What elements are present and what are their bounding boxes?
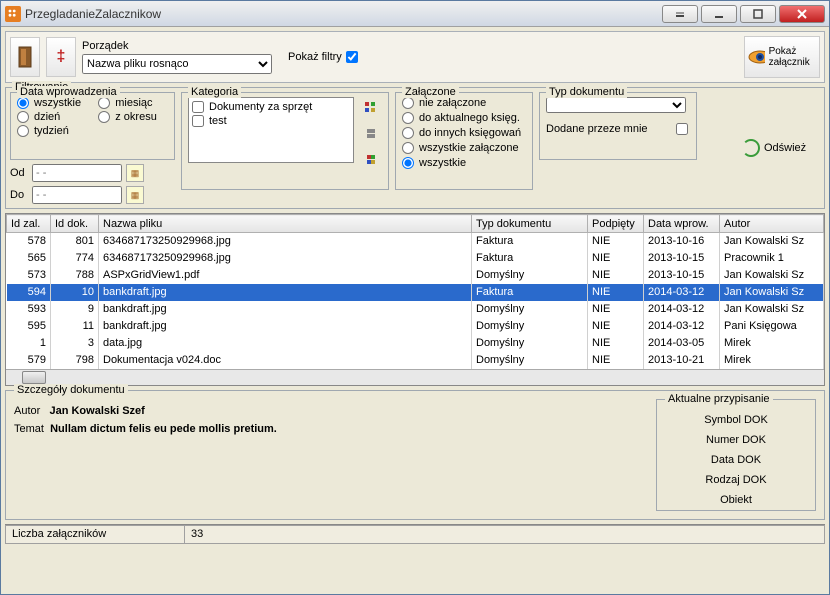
added-by-me-toggle[interactable]: Dodane przeze mnie <box>546 123 690 135</box>
date-all-radio[interactable]: wszystkie <box>17 97 92 109</box>
attachments-table[interactable]: Id zal.Id dok.Nazwa plikuTyp dokumentuPo… <box>6 214 824 369</box>
detail-subject: Nullam dictum felis eu pede mollis preti… <box>50 423 277 435</box>
column-header[interactable]: Podpięty <box>588 215 644 233</box>
date-range-radio[interactable]: z okresu <box>98 111 168 123</box>
close-button[interactable] <box>779 5 825 23</box>
column-header[interactable]: Typ dokumentu <box>472 215 588 233</box>
date-day-radio[interactable]: dzień <box>17 111 92 123</box>
app-icon <box>5 6 21 22</box>
view-list-icon[interactable] <box>358 149 382 169</box>
category-list[interactable]: Dokumenty za sprzęt test <box>188 97 354 163</box>
category-item: test <box>191 114 351 128</box>
refresh-button[interactable]: Odśwież <box>740 128 820 168</box>
column-header[interactable]: Nazwa pliku <box>99 215 472 233</box>
date-month-radio[interactable]: miesiąc <box>98 97 168 109</box>
attached-radio-2[interactable]: do innych księgowań <box>402 127 526 139</box>
minimize-aux-button[interactable] <box>662 5 698 23</box>
pin-button[interactable]: ‡ <box>46 37 76 77</box>
table-row[interactable]: 578801634687173250929968.jpgFakturaNIE20… <box>7 233 824 250</box>
table-row[interactable]: 59410bankdraft.jpgFakturaNIE2014-03-12Ja… <box>7 284 824 301</box>
refresh-icon <box>742 139 760 157</box>
eye-icon <box>747 47 765 67</box>
date-to-input[interactable] <box>32 186 122 204</box>
table-row[interactable]: 5939bankdraft.jpgDomyślnyNIE2014-03-12Ja… <box>7 301 824 318</box>
show-filters-toggle[interactable]: Pokaż filtry <box>288 51 360 63</box>
order-label: Porządek <box>82 40 272 52</box>
show-attachment-button[interactable]: Pokaż załącznik <box>744 36 820 78</box>
date-week-radio[interactable]: tydzień <box>17 125 92 137</box>
column-header[interactable]: Autor <box>720 215 824 233</box>
assign-item: Obiekt <box>663 490 809 510</box>
table-row[interactable]: 59511bankdraft.jpgDomyślnyNIE2014-03-12P… <box>7 318 824 335</box>
assign-item: Symbol DOK <box>663 410 809 430</box>
date-from-input[interactable] <box>32 164 122 182</box>
assign-item: Numer DOK <box>663 430 809 450</box>
maximize-button[interactable] <box>740 5 776 23</box>
horizontal-scrollbar[interactable] <box>6 369 824 385</box>
attached-radio-3[interactable]: wszystkie załączone <box>402 142 526 154</box>
column-header[interactable]: Id dok. <box>51 215 99 233</box>
attached-radio-4[interactable]: wszystkie <box>402 157 526 169</box>
detail-author: Jan Kowalski Szef <box>49 405 144 417</box>
category-item: Dokumenty za sprzęt <box>191 100 351 114</box>
status-label: Liczba załączników <box>5 525 185 544</box>
minimize-button[interactable] <box>701 5 737 23</box>
exit-button[interactable] <box>10 37 40 77</box>
order-select[interactable]: Nazwa pliku rosnąco <box>82 54 272 74</box>
assign-item: Data DOK <box>663 450 809 470</box>
doctype-select[interactable] <box>546 97 686 113</box>
table-row[interactable]: 565774634687173250929968.jpgFakturaNIE20… <box>7 250 824 267</box>
table-row[interactable]: 579798Dokumentacja v024.docDomyślnyNIE20… <box>7 352 824 369</box>
table-row[interactable]: 573788ASPxGridView1.pdfDomyślnyNIE2013-1… <box>7 267 824 284</box>
window-title: PrzegladanieZalacznikow <box>25 7 662 21</box>
column-header[interactable]: Data wprow. <box>644 215 720 233</box>
calendar-to-icon[interactable]: ▦ <box>126 186 144 204</box>
view-grid-icon[interactable] <box>358 123 382 143</box>
attached-radio-0[interactable]: nie załączone <box>402 97 526 109</box>
column-header[interactable]: Id zal. <box>7 215 51 233</box>
assign-item: Rodzaj DOK <box>663 470 809 490</box>
view-large-icon[interactable] <box>358 97 382 117</box>
table-row[interactable]: 13data.jpgDomyślnyNIE2014-03-05Mirek <box>7 335 824 352</box>
status-value: 33 <box>185 525 825 544</box>
calendar-from-icon[interactable]: ▦ <box>126 164 144 182</box>
attached-radio-1[interactable]: do aktualnego księg. <box>402 112 526 124</box>
